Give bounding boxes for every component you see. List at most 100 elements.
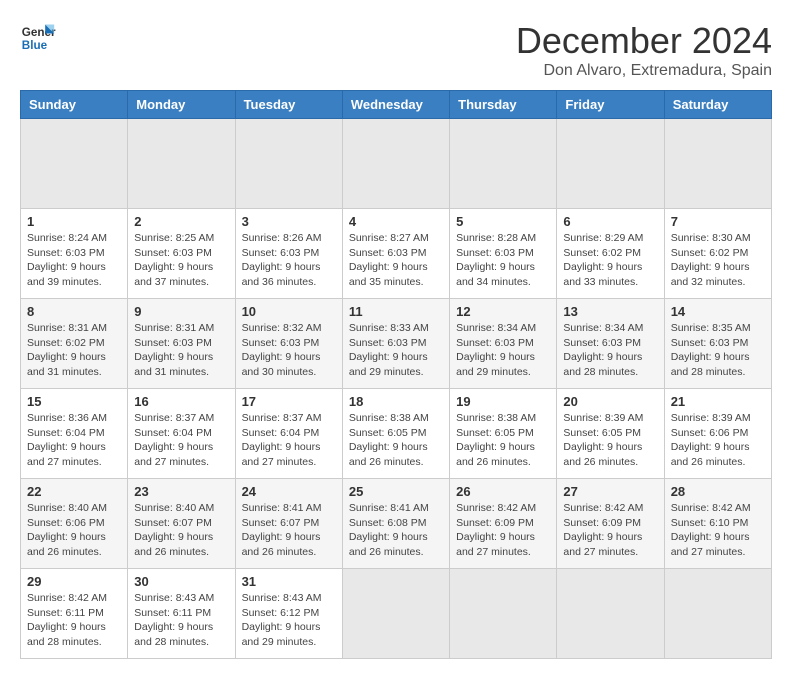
calendar-day-cell: 25 Sunrise: 8:41 AMSunset: 6:08 PMDayligh… (342, 479, 449, 569)
day-info: Sunrise: 8:30 AMSunset: 6:02 PMDaylight:… (671, 231, 765, 290)
location: Don Alvaro, Extremadura, Spain (516, 62, 772, 80)
day-info: Sunrise: 8:31 AMSunset: 6:02 PMDaylight:… (27, 321, 121, 380)
day-info: Sunrise: 8:39 AMSunset: 6:06 PMDaylight:… (671, 411, 765, 470)
day-number: 24 (242, 484, 336, 499)
day-info: Sunrise: 8:42 AMSunset: 6:10 PMDaylight:… (671, 501, 765, 560)
calendar-week-row (21, 119, 772, 209)
calendar-day-cell (664, 569, 771, 659)
calendar-table: SundayMondayTuesdayWednesdayThursdayFrid… (20, 90, 772, 659)
day-of-week-header: Monday (128, 91, 235, 119)
calendar-day-cell (21, 119, 128, 209)
calendar-day-cell: 13 Sunrise: 8:34 AMSunset: 6:03 PMDayligh… (557, 299, 664, 389)
day-number: 30 (134, 574, 228, 589)
day-number: 18 (349, 394, 443, 409)
calendar-day-cell (450, 569, 557, 659)
month-title: December 2024 (516, 20, 772, 62)
calendar-week-row: 29 Sunrise: 8:42 AMSunset: 6:11 PMDayligh… (21, 569, 772, 659)
svg-text:Blue: Blue (22, 39, 48, 52)
day-info: Sunrise: 8:40 AMSunset: 6:06 PMDaylight:… (27, 501, 121, 560)
day-info: Sunrise: 8:42 AMSunset: 6:11 PMDaylight:… (27, 591, 121, 650)
calendar-day-cell: 5Sunrise: 8:28 AMSunset: 6:03 PMDaylight… (450, 209, 557, 299)
day-info: Sunrise: 8:25 AMSunset: 6:03 PMDaylight:… (134, 231, 228, 290)
calendar-day-cell: 21 Sunrise: 8:39 AMSunset: 6:06 PMDayligh… (664, 389, 771, 479)
day-of-week-header: Thursday (450, 91, 557, 119)
calendar-day-cell: 28Sunrise: 8:42 AMSunset: 6:10 PMDayligh… (664, 479, 771, 569)
day-of-week-header: Sunday (21, 91, 128, 119)
calendar-day-cell: 18 Sunrise: 8:38 AMSunset: 6:05 PMDayligh… (342, 389, 449, 479)
calendar-day-cell: 17 Sunrise: 8:37 AMSunset: 6:04 PMDayligh… (235, 389, 342, 479)
calendar-day-cell: 30 Sunrise: 8:43 AMSunset: 6:11 PMDayligh… (128, 569, 235, 659)
day-number: 7 (671, 214, 765, 229)
day-info: Sunrise: 8:26 AMSunset: 6:03 PMDaylight:… (242, 231, 336, 290)
day-number: 13 (563, 304, 657, 319)
calendar-day-cell: 19 Sunrise: 8:38 AMSunset: 6:05 PMDayligh… (450, 389, 557, 479)
calendar-day-cell: 7 Sunrise: 8:30 AMSunset: 6:02 PMDaylight… (664, 209, 771, 299)
day-info: Sunrise: 8:37 AMSunset: 6:04 PMDaylight:… (242, 411, 336, 470)
day-number: 8 (27, 304, 121, 319)
day-info: Sunrise: 8:29 AMSunset: 6:02 PMDaylight:… (563, 231, 657, 290)
day-number: 16 (134, 394, 228, 409)
calendar-day-cell: 14 Sunrise: 8:35 AMSunset: 6:03 PMDayligh… (664, 299, 771, 389)
day-number: 31 (242, 574, 336, 589)
calendar-day-cell: 4 Sunrise: 8:27 AMSunset: 6:03 PMDaylight… (342, 209, 449, 299)
calendar-day-cell (664, 119, 771, 209)
calendar-day-cell: 24Sunrise: 8:41 AMSunset: 6:07 PMDayligh… (235, 479, 342, 569)
day-info: Sunrise: 8:42 AMSunset: 6:09 PMDaylight:… (456, 501, 550, 560)
calendar-day-cell: 27Sunrise: 8:42 AMSunset: 6:09 PMDayligh… (557, 479, 664, 569)
calendar-day-cell: 9Sunrise: 8:31 AMSunset: 6:03 PMDaylight… (128, 299, 235, 389)
day-info: Sunrise: 8:35 AMSunset: 6:03 PMDaylight:… (671, 321, 765, 380)
day-number: 17 (242, 394, 336, 409)
day-number: 11 (349, 304, 443, 319)
day-info: Sunrise: 8:27 AMSunset: 6:03 PMDaylight:… (349, 231, 443, 290)
day-of-week-header: Friday (557, 91, 664, 119)
calendar-day-cell: 10 Sunrise: 8:32 AMSunset: 6:03 PMDayligh… (235, 299, 342, 389)
day-number: 21 (671, 394, 765, 409)
day-info: Sunrise: 8:24 AMSunset: 6:03 PMDaylight:… (27, 231, 121, 290)
day-number: 25 (349, 484, 443, 499)
calendar-day-cell (557, 119, 664, 209)
day-info: Sunrise: 8:40 AMSunset: 6:07 PMDaylight:… (134, 501, 228, 560)
day-info: Sunrise: 8:42 AMSunset: 6:09 PMDaylight:… (563, 501, 657, 560)
calendar-day-cell: 2Sunrise: 8:25 AMSunset: 6:03 PMDaylight… (128, 209, 235, 299)
calendar-day-cell (128, 119, 235, 209)
calendar-header-row: SundayMondayTuesdayWednesdayThursdayFrid… (21, 91, 772, 119)
day-number: 10 (242, 304, 336, 319)
day-number: 23 (134, 484, 228, 499)
day-number: 1 (27, 214, 121, 229)
day-number: 26 (456, 484, 550, 499)
day-number: 29 (27, 574, 121, 589)
day-info: Sunrise: 8:34 AMSunset: 6:03 PMDaylight:… (563, 321, 657, 380)
day-number: 14 (671, 304, 765, 319)
day-number: 20 (563, 394, 657, 409)
calendar-day-cell (557, 569, 664, 659)
calendar-week-row: 22 Sunrise: 8:40 AMSunset: 6:06 PMDayligh… (21, 479, 772, 569)
day-info: Sunrise: 8:41 AMSunset: 6:08 PMDaylight:… (349, 501, 443, 560)
calendar-day-cell: 3 Sunrise: 8:26 AMSunset: 6:03 PMDaylight… (235, 209, 342, 299)
calendar-day-cell: 1 Sunrise: 8:24 AMSunset: 6:03 PMDaylight… (21, 209, 128, 299)
calendar-day-cell: 12Sunrise: 8:34 AMSunset: 6:03 PMDayligh… (450, 299, 557, 389)
day-number: 6 (563, 214, 657, 229)
calendar-day-cell: 23 Sunrise: 8:40 AMSunset: 6:07 PMDayligh… (128, 479, 235, 569)
day-number: 3 (242, 214, 336, 229)
day-number: 12 (456, 304, 550, 319)
day-info: Sunrise: 8:37 AMSunset: 6:04 PMDaylight:… (134, 411, 228, 470)
day-info: Sunrise: 8:43 AMSunset: 6:12 PMDaylight:… (242, 591, 336, 650)
day-info: Sunrise: 8:32 AMSunset: 6:03 PMDaylight:… (242, 321, 336, 380)
calendar-week-row: 8 Sunrise: 8:31 AMSunset: 6:02 PMDaylight… (21, 299, 772, 389)
day-number: 9 (134, 304, 228, 319)
day-of-week-header: Wednesday (342, 91, 449, 119)
calendar-day-cell (235, 119, 342, 209)
day-number: 22 (27, 484, 121, 499)
day-info: Sunrise: 8:38 AMSunset: 6:05 PMDaylight:… (456, 411, 550, 470)
calendar-day-cell (450, 119, 557, 209)
calendar-day-cell: 15Sunrise: 8:36 AMSunset: 6:04 PMDayligh… (21, 389, 128, 479)
day-number: 19 (456, 394, 550, 409)
day-number: 4 (349, 214, 443, 229)
day-info: Sunrise: 8:28 AMSunset: 6:03 PMDaylight:… (456, 231, 550, 290)
day-info: Sunrise: 8:38 AMSunset: 6:05 PMDaylight:… (349, 411, 443, 470)
calendar-day-cell: 11Sunrise: 8:33 AMSunset: 6:03 PMDayligh… (342, 299, 449, 389)
day-info: Sunrise: 8:43 AMSunset: 6:11 PMDaylight:… (134, 591, 228, 650)
calendar-day-cell: 16 Sunrise: 8:37 AMSunset: 6:04 PMDayligh… (128, 389, 235, 479)
calendar-day-cell: 20Sunrise: 8:39 AMSunset: 6:05 PMDayligh… (557, 389, 664, 479)
calendar-day-cell (342, 119, 449, 209)
